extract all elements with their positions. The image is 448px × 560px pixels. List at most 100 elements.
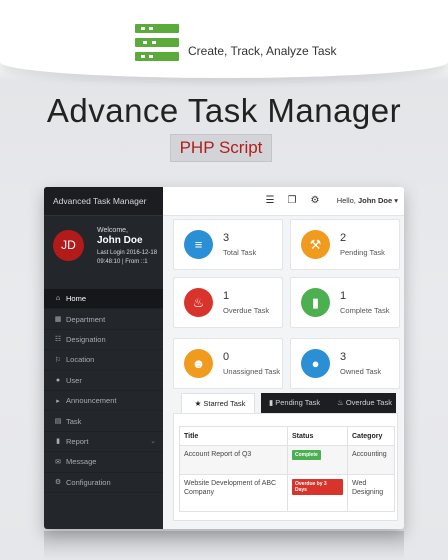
layers-icon: ≡ (184, 230, 213, 259)
sidebar-item-announcement[interactable]: ▸ Announcement (44, 391, 163, 412)
avatar[interactable]: JD (53, 230, 84, 261)
sidebar-item-label: Message (66, 457, 97, 467)
bullhorn-icon: ▸ (56, 397, 60, 405)
user-menu-name: John Doe (357, 196, 393, 205)
task-category: Wed Designing (347, 474, 395, 512)
sidebar-item-label: Home (66, 294, 87, 304)
app-window: Advanced Task Manager JD Welcome, John D… (44, 187, 404, 529)
card-label: Total Task (223, 248, 257, 257)
status-badge: Overdue by 3 Days (292, 479, 343, 495)
home-icon: ⌂ (55, 295, 61, 303)
card-label: Unassigned Task (223, 367, 280, 376)
envelope-icon: ✉ (55, 458, 61, 466)
battery-icon: ▮ (301, 288, 330, 317)
sidebar-item-configuration[interactable]: ⚙ Configuration (44, 473, 163, 493)
card-value: 1 (340, 290, 347, 302)
promo-header (0, 0, 448, 78)
table-row[interactable]: Account Report of Q3 Complete Accounting (179, 445, 395, 475)
sidebar-item-user[interactable]: ● User (44, 371, 163, 391)
status-cell: Overdue by 3 Days (287, 474, 348, 512)
tagline: Create, Track, Analyze Task (188, 44, 337, 58)
tab-pending-task[interactable]: ▮ Pending Task (261, 393, 327, 413)
status-badge: Complete (292, 450, 321, 460)
hello-text: Hello, (336, 196, 356, 205)
wrench-icon: ⚒ (301, 230, 330, 259)
table-row[interactable]: Website Development of ABC Company Overd… (179, 474, 395, 512)
app-brand[interactable]: Advanced Task Manager (44, 187, 163, 216)
sidebar-item-task[interactable]: ▤ Task (44, 411, 163, 432)
window-reflection (44, 531, 404, 560)
sidebar-item-label: Designation (66, 334, 106, 344)
card-value: 2 (340, 232, 347, 244)
building-icon: ▦ (54, 316, 62, 324)
last-login: Last Login 2016-12-18 09:48:10 | From ::… (97, 250, 158, 265)
chevron-down-icon[interactable]: ⌄ (150, 437, 156, 445)
sidebar-item-label: Report (66, 436, 89, 446)
chevron-down-icon: ▾ (394, 196, 398, 205)
task-title[interactable]: Website Development of ABC Company (179, 474, 288, 512)
map-icon: ⚐ (54, 356, 62, 364)
column-header[interactable]: Category (347, 426, 395, 446)
complete-task-card[interactable]: ▮ 1 Complete Task (290, 277, 400, 328)
cogs-icon: ⚙ (54, 479, 62, 487)
user-plus-icon: ☻ (184, 349, 213, 378)
sidebar-item-department[interactable]: ▦ Department (44, 309, 163, 330)
fire-icon: ♨ (184, 288, 213, 317)
promo-title: Advance Task Manager (46, 92, 402, 129)
overdue-task-card[interactable]: ♨ 1 Overdue Task (173, 277, 283, 328)
logo (135, 24, 179, 64)
task-table: Title Status Category Account Report of … (179, 426, 395, 512)
sidebar-item-label: Location (66, 355, 95, 365)
sitemap-icon: ☷ (54, 336, 62, 344)
starred-task-panel: Title Status Category Account Report of … (173, 413, 398, 521)
chart-icon: ▮ (56, 438, 60, 446)
gear-icon[interactable]: ⚙ (308, 195, 322, 206)
tab-label: Starred Task (203, 399, 246, 408)
sidebar-item-designation[interactable]: ☷ Designation (44, 330, 163, 351)
sidebar-item-location[interactable]: ⚐ Location (44, 350, 163, 371)
battery-icon: ▮ (269, 398, 274, 407)
card-value: 1 (223, 290, 230, 302)
card-label: Owned Task (340, 367, 382, 376)
card-label: Overdue Task (223, 306, 270, 315)
user-menu[interactable]: Hello, John Doe ▾ (337, 196, 398, 205)
tab-overdue-task[interactable]: ♨ Overdue Task (327, 393, 396, 413)
list-icon[interactable]: ☰ (263, 195, 277, 206)
card-value: 3 (340, 351, 347, 363)
column-header[interactable]: Status (287, 426, 348, 446)
pending-task-card[interactable]: ⚒ 2 Pending Task (290, 219, 400, 270)
sidebar-item-label: User (66, 375, 82, 385)
status-cell: Complete (287, 445, 348, 475)
sidebar-item-home[interactable]: ⌂ Home (44, 289, 163, 310)
task-title[interactable]: Account Report of Q3 (179, 445, 288, 475)
unassigned-task-card[interactable]: ☻ 0 Unassigned Task (173, 338, 283, 389)
copy-icon[interactable]: ❐ (285, 195, 299, 206)
sidebar: Advanced Task Manager JD Welcome, John D… (44, 187, 163, 529)
user-icon: ● (55, 376, 61, 384)
task-category: Accounting (347, 445, 395, 475)
tab-label: Overdue Task (345, 398, 392, 407)
task-tabs: ★ Starred Task ▮ Pending Task ♨ Overdue … (173, 393, 396, 413)
star-icon: ★ (194, 399, 202, 408)
total-task-card[interactable]: ≡ 3 Total Task (173, 219, 283, 270)
sidebar-item-label: Task (66, 416, 82, 426)
card-value: 0 (223, 351, 230, 363)
card-label: Pending Task (340, 248, 385, 257)
sidebar-item-label: Configuration (66, 477, 111, 487)
sidebar-item-label: Announcement (66, 396, 117, 406)
topbar: ☰ ❐ ⚙ Hello, John Doe ▾ (163, 187, 404, 216)
tasks-icon: ▤ (54, 418, 62, 426)
fire-icon: ♨ (337, 398, 344, 407)
sidebar-nav: ⌂ Home ▦ Department ☷ Designation ⚐ Loca… (44, 289, 163, 493)
owned-task-card[interactable]: ● 3 Owned Task (290, 338, 400, 389)
sidebar-item-label: Department (66, 314, 106, 324)
column-header[interactable]: Title (179, 426, 288, 446)
tab-label: Pending Task (275, 398, 321, 407)
sidebar-item-report[interactable]: ▮ Report ⌄ (44, 432, 163, 453)
user-icon: ● (301, 349, 330, 378)
user-name: John Doe (97, 235, 143, 246)
sidebar-item-message[interactable]: ✉ Message (44, 452, 163, 473)
table-header: Title Status Category (179, 426, 395, 446)
tab-starred-task[interactable]: ★ Starred Task (181, 393, 255, 413)
php-badge: PHP Script (170, 134, 272, 162)
